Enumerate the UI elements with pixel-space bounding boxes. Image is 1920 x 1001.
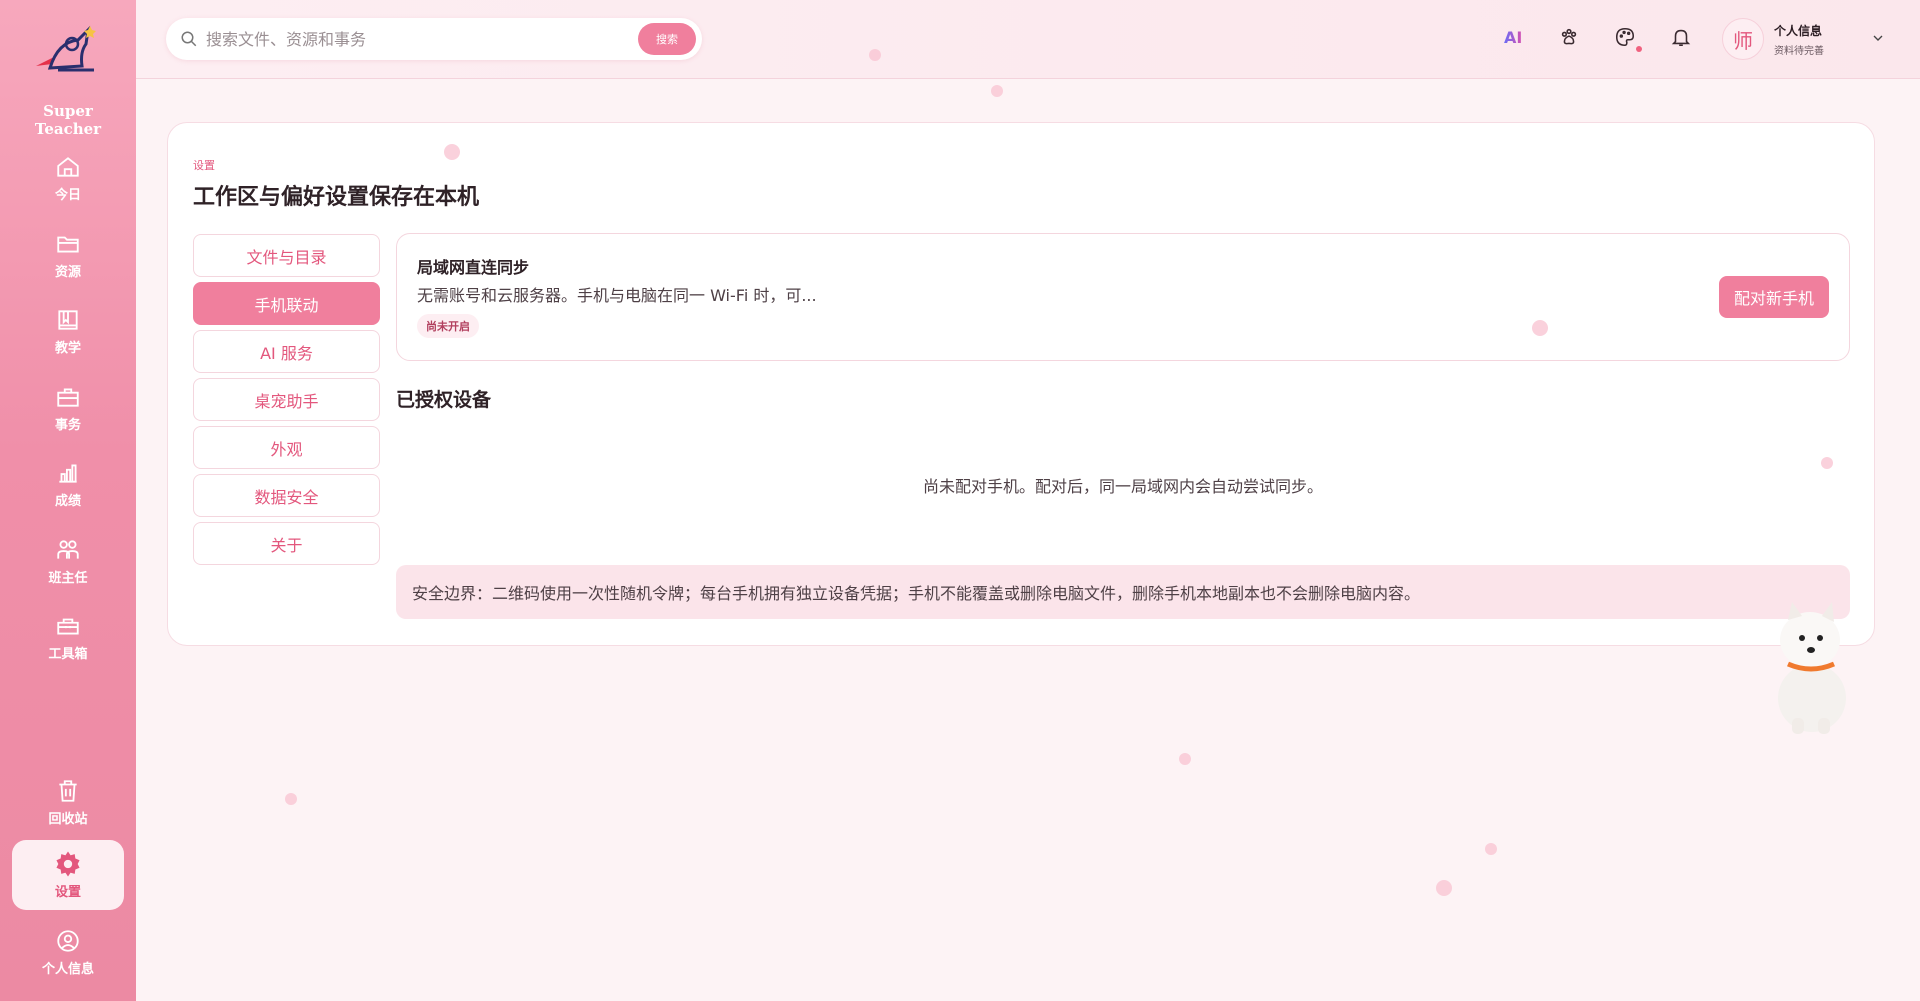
sidebar-item-profile[interactable]: 个人信息 xyxy=(12,919,124,985)
petal-decoration xyxy=(1436,880,1452,896)
sidebar-item-label: 个人信息 xyxy=(41,961,94,977)
sidebar-item-today[interactable]: 今日 xyxy=(12,145,124,211)
avatar: 师 xyxy=(1722,18,1764,60)
trash-icon xyxy=(59,779,77,802)
chevron-down-icon[interactable] xyxy=(1870,30,1886,46)
search-icon xyxy=(181,31,197,47)
lan-sync-panel: 局域网直连同步 无需账号和云服务器。手机与电脑在同一 Wi-Fi 时，可... … xyxy=(396,233,1850,361)
petal-decoration xyxy=(1485,843,1497,855)
sidebar-item-grades[interactable]: 成绩 xyxy=(12,451,124,517)
sidebar-item-resources[interactable]: 资源 xyxy=(12,222,124,288)
briefcase-icon xyxy=(57,387,79,407)
app-logo xyxy=(36,25,96,72)
search-bar: 搜索 xyxy=(166,18,702,60)
tab-desktop-pet[interactable]: 桌宠助手 xyxy=(193,378,380,421)
paw-icon xyxy=(1561,28,1577,45)
theme-button[interactable] xyxy=(1614,26,1642,52)
book-icon xyxy=(58,309,78,330)
palette-icon xyxy=(1615,27,1635,47)
sidebar-item-label: 回收站 xyxy=(48,811,88,827)
tab-appearance[interactable]: 外观 xyxy=(193,426,380,469)
sidebar-item-label: 事务 xyxy=(54,417,81,433)
sidebar-item-trash[interactable]: 回收站 xyxy=(12,769,124,835)
notifications-button[interactable] xyxy=(1670,26,1696,52)
sidebar-item-affairs[interactable]: 事务 xyxy=(12,375,124,441)
folder-icon xyxy=(57,236,79,253)
authorized-devices-title: 已授权设备 xyxy=(396,389,492,411)
sidebar-item-label: 教学 xyxy=(54,340,81,356)
sidebar-item-label: 成绩 xyxy=(54,493,81,509)
search-button[interactable]: 搜索 xyxy=(638,23,696,55)
gear-icon xyxy=(56,851,80,876)
tab-phone-link[interactable]: 手机联动 xyxy=(193,282,380,325)
sidebar-item-label: 设置 xyxy=(54,884,81,900)
bar-chart-icon xyxy=(59,463,77,483)
petal-decoration xyxy=(1179,753,1191,765)
sync-title: 局域网直连同步 xyxy=(417,258,530,277)
sidebar-item-label: 工具箱 xyxy=(48,646,88,662)
user-status: 资料待完善 xyxy=(1774,45,1824,57)
security-notice: 安全边界：二维码使用一次性随机令牌；每台手机拥有独立设备凭据；手机不能覆盖或删除… xyxy=(396,565,1850,619)
toolbox-icon xyxy=(57,618,79,635)
pet-button[interactable] xyxy=(1558,26,1584,52)
search-input[interactable] xyxy=(206,29,638,49)
settings-card: 设置 工作区与偏好设置保存在本机 文件与目录 手机联动 AI 服务 桌宠助手 外… xyxy=(167,122,1875,646)
petal-decoration xyxy=(444,144,460,160)
tab-ai-service[interactable]: AI 服务 xyxy=(193,330,380,373)
sidebar-item-settings[interactable]: 设置 xyxy=(12,840,124,910)
user-menu[interactable]: 师 个人信息 资料待完善 xyxy=(1722,18,1824,60)
tab-files[interactable]: 文件与目录 xyxy=(193,234,380,277)
desktop-pet-dog[interactable] xyxy=(1766,598,1858,738)
petal-decoration xyxy=(1532,320,1548,336)
group-icon xyxy=(57,539,79,559)
sync-description: 无需账号和云服务器。手机与电脑在同一 Wi-Fi 时，可... xyxy=(417,286,817,305)
sidebar: Super Teacher 今日 资源 教学 事务 成绩 班主任 工具箱 回收站… xyxy=(0,0,136,1001)
top-bar: 搜索 AI 师 个人信息 资料待完善 xyxy=(136,0,1920,79)
breadcrumb: 设置 xyxy=(193,159,215,172)
user-icon xyxy=(57,929,79,952)
petal-decoration xyxy=(991,85,1003,97)
user-name: 个人信息 xyxy=(1774,23,1823,38)
petal-decoration xyxy=(285,793,297,805)
page-title: 工作区与偏好设置保存在本机 xyxy=(193,185,480,210)
ai-button[interactable]: AI xyxy=(1504,28,1522,47)
tab-data-security[interactable]: 数据安全 xyxy=(193,474,380,517)
tab-about[interactable]: 关于 xyxy=(193,522,380,565)
empty-devices-message: 尚未配对手机。配对后，同一局域网内会自动尝试同步。 xyxy=(922,477,1323,496)
bell-icon xyxy=(1671,29,1691,47)
sidebar-item-label: 今日 xyxy=(54,187,81,203)
notification-dot xyxy=(1636,46,1642,52)
sidebar-item-class-teacher[interactable]: 班主任 xyxy=(12,528,124,594)
sidebar-item-teaching[interactable]: 教学 xyxy=(12,298,124,364)
settings-menu: 文件与目录 手机联动 AI 服务 桌宠助手 外观 数据安全 关于 xyxy=(193,234,380,570)
petal-decoration xyxy=(1821,457,1833,469)
petal-decoration xyxy=(869,49,881,61)
status-badge: 尚未开启 xyxy=(417,314,479,338)
brand-name: Super Teacher xyxy=(34,102,102,138)
home-icon xyxy=(57,156,79,177)
sidebar-item-label: 资源 xyxy=(54,264,81,280)
pair-phone-button[interactable]: 配对新手机 xyxy=(1719,276,1829,318)
sidebar-item-toolbox[interactable]: 工具箱 xyxy=(12,604,124,670)
sidebar-item-label: 班主任 xyxy=(48,570,88,586)
